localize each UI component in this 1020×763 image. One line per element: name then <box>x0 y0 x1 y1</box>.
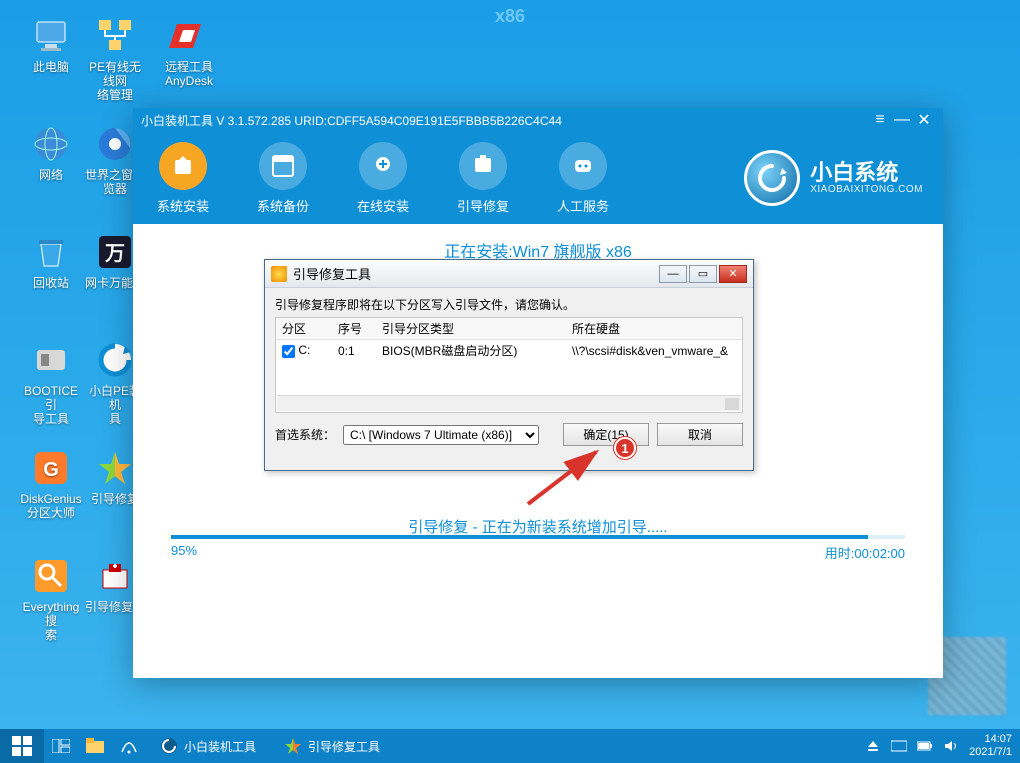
tray-keyboard-icon[interactable] <box>891 738 907 754</box>
desktop-icon-everything[interactable]: Everything搜索 <box>20 556 82 642</box>
desktop-icon-label: Everything搜索 <box>20 600 82 642</box>
col-partition[interactable]: 分区 <box>276 318 332 340</box>
dialog-title: 引导修复工具 <box>293 264 371 283</box>
dialog-icon <box>271 266 287 282</box>
tab-4[interactable]: 人工服务 <box>543 142 623 215</box>
network-quicklaunch-icon[interactable] <box>112 729 146 763</box>
status-label: 引导修复 - 正在为新装系统增加引导..... <box>133 516 943 537</box>
bootfix-icon <box>95 448 135 488</box>
desktop-icon-bin[interactable]: 回收站 <box>20 232 82 290</box>
tab-label: 系统安装 <box>143 196 223 215</box>
arch-watermark: x86 <box>495 6 525 27</box>
bin-icon <box>31 232 71 272</box>
dialog-message: 引导修复程序即将在以下分区写入引导文件，请您确认。 <box>275 296 743 313</box>
window-title: 小白装机工具 V 3.1.572.285 URID:CDFF5A594C09E1… <box>141 112 869 129</box>
col-seq[interactable]: 序号 <box>332 318 376 340</box>
progress-elapsed: 用时:00:02:00 <box>825 543 905 562</box>
task-view-button[interactable] <box>44 729 78 763</box>
annotation-callout: 1 <box>614 437 636 459</box>
dialog-minimize-button[interactable]: — <box>659 265 687 283</box>
desktop-icon-label: PE有线无线网络管理 <box>84 60 146 102</box>
desktop-icon-label: 回收站 <box>20 276 82 290</box>
globe-icon <box>31 124 71 164</box>
titlebar[interactable]: 小白装机工具 V 3.1.572.285 URID:CDFF5A594C09E1… <box>133 108 943 132</box>
desktop-icon-label: 远程工具AnyDesk <box>158 60 220 88</box>
col-disk[interactable]: 所在硬盘 <box>566 318 742 340</box>
tray-clock[interactable]: 14:07 2021/7/1 <box>969 733 1012 759</box>
progress-percent: 95% <box>171 543 197 562</box>
table-row[interactable]: C: 0:1 BIOS(MBR磁盘启动分区) \\?\scsi#disk&ven… <box>276 340 742 362</box>
tab-label: 引导修复 <box>443 196 523 215</box>
start-button[interactable] <box>0 729 44 763</box>
col-type[interactable]: 引导分区类型 <box>376 318 566 340</box>
minimize-button[interactable]: — <box>891 109 913 131</box>
desktop-icon-pc[interactable]: 此电脑 <box>20 16 82 74</box>
tab-icon <box>359 142 407 190</box>
xbpe-icon <box>95 340 135 380</box>
dg-icon: G <box>31 448 71 488</box>
menu-button[interactable]: ≡ <box>869 109 891 131</box>
tab-label: 系统备份 <box>243 196 323 215</box>
desktop-icon-net[interactable]: PE有线无线网络管理 <box>84 16 146 102</box>
tab-3[interactable]: 引导修复 <box>443 142 523 215</box>
anydesk-icon <box>169 16 209 56</box>
desktop-icon-globe[interactable]: 网络 <box>20 124 82 182</box>
tray-volume-icon[interactable] <box>943 738 959 754</box>
bootice-icon <box>31 340 71 380</box>
desktop-icon-label: 网络 <box>20 168 82 182</box>
browser-icon <box>95 124 135 164</box>
pref-system-label: 首选系统： <box>275 426 335 443</box>
bootfix2-icon <box>95 556 135 596</box>
everything-icon <box>31 556 71 596</box>
tray-battery-icon[interactable] <box>917 738 933 754</box>
dialog-maximize-button[interactable]: ▭ <box>689 265 717 283</box>
desktop-icon-label: DiskGenius分区大师 <box>20 492 82 520</box>
row-checkbox[interactable] <box>282 345 295 358</box>
pref-system-select[interactable]: C:\ [Windows 7 Ultimate (x86)] <box>343 425 539 445</box>
wan-icon: 万 <box>95 232 135 272</box>
toolbar: 系统安装 系统备份 在线安装 引导修复 人工服务 小白系统 XIAOBAIXITONG.… <box>133 132 943 224</box>
brand: 小白系统 XIAOBAIXITONG.COM <box>744 150 923 206</box>
net-icon <box>95 16 135 56</box>
cancel-button[interactable]: 取消 <box>657 423 743 446</box>
taskbar[interactable]: 小白装机工具 引导修复工具 14:07 2021/7/1 <box>0 729 1020 763</box>
ok-button[interactable]: 确定(15) <box>563 423 649 446</box>
tab-icon <box>159 142 207 190</box>
taskbar-task-bootrepair[interactable]: 引导修复工具 <box>272 731 392 761</box>
dialog-close-button[interactable]: ✕ <box>719 265 747 283</box>
partition-table[interactable]: 分区 序号 引导分区类型 所在硬盘 C: 0:1 BIOS(MBR磁盘启动分区)… <box>275 317 743 413</box>
brand-title: 小白系统 <box>810 162 923 184</box>
tab-icon <box>459 142 507 190</box>
tab-label: 人工服务 <box>543 196 623 215</box>
taskbar-task-installer[interactable]: 小白装机工具 <box>148 731 268 761</box>
tab-icon <box>559 142 607 190</box>
task-icon <box>284 737 302 755</box>
task-icon <box>160 737 178 755</box>
desktop-icon-anydesk[interactable]: 远程工具AnyDesk <box>158 16 220 88</box>
dialog-titlebar[interactable]: 引导修复工具 — ▭ ✕ <box>265 260 753 288</box>
system-tray[interactable]: 14:07 2021/7/1 <box>865 733 1020 759</box>
tab-2[interactable]: 在线安装 <box>343 142 423 215</box>
svg-text:G: G <box>43 459 59 481</box>
horizontal-scrollbar[interactable] <box>277 395 741 411</box>
tab-1[interactable]: 系统备份 <box>243 142 323 215</box>
desktop-icon-label: BOOTICE引导工具 <box>20 384 82 426</box>
close-button[interactable]: ✕ <box>913 109 935 131</box>
brand-logo-icon <box>744 150 800 206</box>
tab-label: 在线安装 <box>343 196 423 215</box>
progress: 95% 用时:00:02:00 <box>171 535 905 562</box>
svg-text:万: 万 <box>104 243 125 265</box>
progress-bar <box>171 535 905 539</box>
pc-icon <box>31 16 71 56</box>
tray-eject-icon[interactable] <box>865 738 881 754</box>
file-explorer-button[interactable] <box>78 729 112 763</box>
desktop-icon-dg[interactable]: G DiskGenius分区大师 <box>20 448 82 520</box>
desktop-icon-label: 此电脑 <box>20 60 82 74</box>
tab-0[interactable]: 系统安装 <box>143 142 223 215</box>
tab-icon <box>259 142 307 190</box>
desktop-icon-bootice[interactable]: BOOTICE引导工具 <box>20 340 82 426</box>
brand-subtitle: XIAOBAIXITONG.COM <box>810 184 923 195</box>
boot-repair-dialog: 引导修复工具 — ▭ ✕ 引导修复程序即将在以下分区写入引导文件，请您确认。 分… <box>264 259 754 471</box>
